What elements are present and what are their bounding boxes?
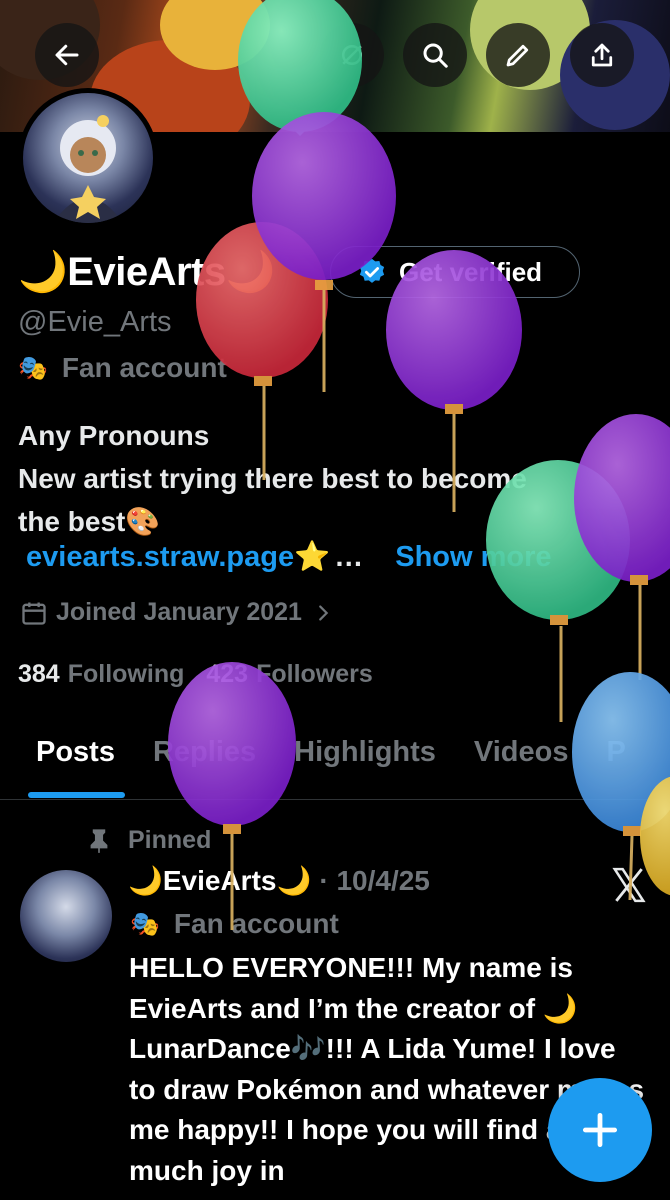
post-author-name[interactable]: 🌙EvieArts🌙 [128, 864, 311, 897]
followers-count: 423 [206, 660, 249, 688]
profile-avatar[interactable] [18, 88, 158, 228]
following-link[interactable]: 384 Following [18, 660, 184, 689]
chevron-right-icon [319, 604, 329, 621]
tab-label: Highlights [294, 736, 436, 768]
tab-more[interactable]: P [606, 718, 625, 799]
tab-posts[interactable]: Posts [28, 718, 125, 799]
search-icon [423, 43, 448, 68]
profile-handle: @Evie_Arts [18, 306, 172, 338]
follow-stats: 384 Following 423 Followers [18, 660, 395, 689]
joined-label: Joined January 2021 [56, 598, 302, 626]
x-logo-icon [612, 867, 646, 903]
verified-badge-icon [359, 258, 385, 283]
theater-mask-icon: 🎭 [130, 910, 160, 938]
post-author-avatar[interactable] [20, 870, 112, 962]
theater-mask-icon: 🎭 [18, 354, 48, 382]
share-button[interactable] [570, 23, 634, 87]
pinned-label: Pinned [128, 826, 212, 854]
avatar-image [23, 93, 153, 223]
followers-label: Followers [256, 660, 373, 688]
profile-bio: Any Pronouns New artist trying there bes… [18, 414, 658, 543]
account-type: 🎭 Fan account [18, 352, 227, 384]
bio-line: Any Pronouns [18, 420, 210, 451]
edit-icon [506, 44, 529, 67]
pinned-indicator: Pinned [88, 826, 211, 855]
back-button[interactable] [35, 23, 99, 87]
account-type-label: Fan account [61, 352, 227, 383]
grok-icon [342, 45, 362, 65]
display-name: 🌙EvieArts🌙 [18, 250, 275, 294]
bio-line: New artist trying there best to become [18, 463, 527, 494]
tab-videos[interactable]: Videos [474, 718, 569, 799]
arrow-left-icon [55, 44, 79, 66]
get-verified-label: Get verified [399, 256, 543, 287]
profile-tabs: Posts Replies Highlights Videos P [0, 718, 670, 800]
post-date[interactable]: · 10/4/25 [319, 865, 430, 897]
bio-line: the best🎨 [18, 506, 161, 537]
tab-label: Replies [152, 736, 257, 768]
share-icon [591, 43, 613, 67]
post-account-type: 🎭 Fan account [130, 908, 339, 940]
following-count: 384 [18, 660, 60, 688]
tab-replies[interactable]: Replies [153, 718, 256, 799]
tab-label: P [606, 736, 626, 768]
ellipsis: … [334, 540, 364, 573]
show-more-link[interactable]: Show more [395, 541, 551, 574]
plus-icon [582, 1112, 618, 1148]
following-label: Following [67, 660, 185, 688]
post-header: 🌙EvieArts🌙 · 10/4/25 [128, 864, 430, 897]
grok-button[interactable] [320, 23, 384, 87]
calendar-icon [22, 602, 46, 625]
bio-link-row: eviearts.straw.page⭐ … Show more [26, 540, 552, 574]
active-tab-indicator [28, 792, 125, 798]
get-verified-button[interactable]: Get verified [330, 246, 580, 298]
tab-label: Videos [473, 736, 569, 768]
compose-post-button[interactable] [548, 1078, 652, 1182]
edit-button[interactable] [486, 23, 550, 87]
tab-highlights[interactable]: Highlights [294, 718, 436, 799]
post-account-type-label: Fan account [173, 908, 339, 939]
website-link[interactable]: eviearts.straw.page⭐ [26, 540, 330, 574]
search-button[interactable] [403, 23, 467, 87]
followers-link[interactable]: 423 Followers [206, 660, 372, 689]
pin-icon [90, 828, 108, 853]
joined-date[interactable]: Joined January 2021 [20, 598, 342, 627]
tab-label: Posts [36, 736, 115, 768]
